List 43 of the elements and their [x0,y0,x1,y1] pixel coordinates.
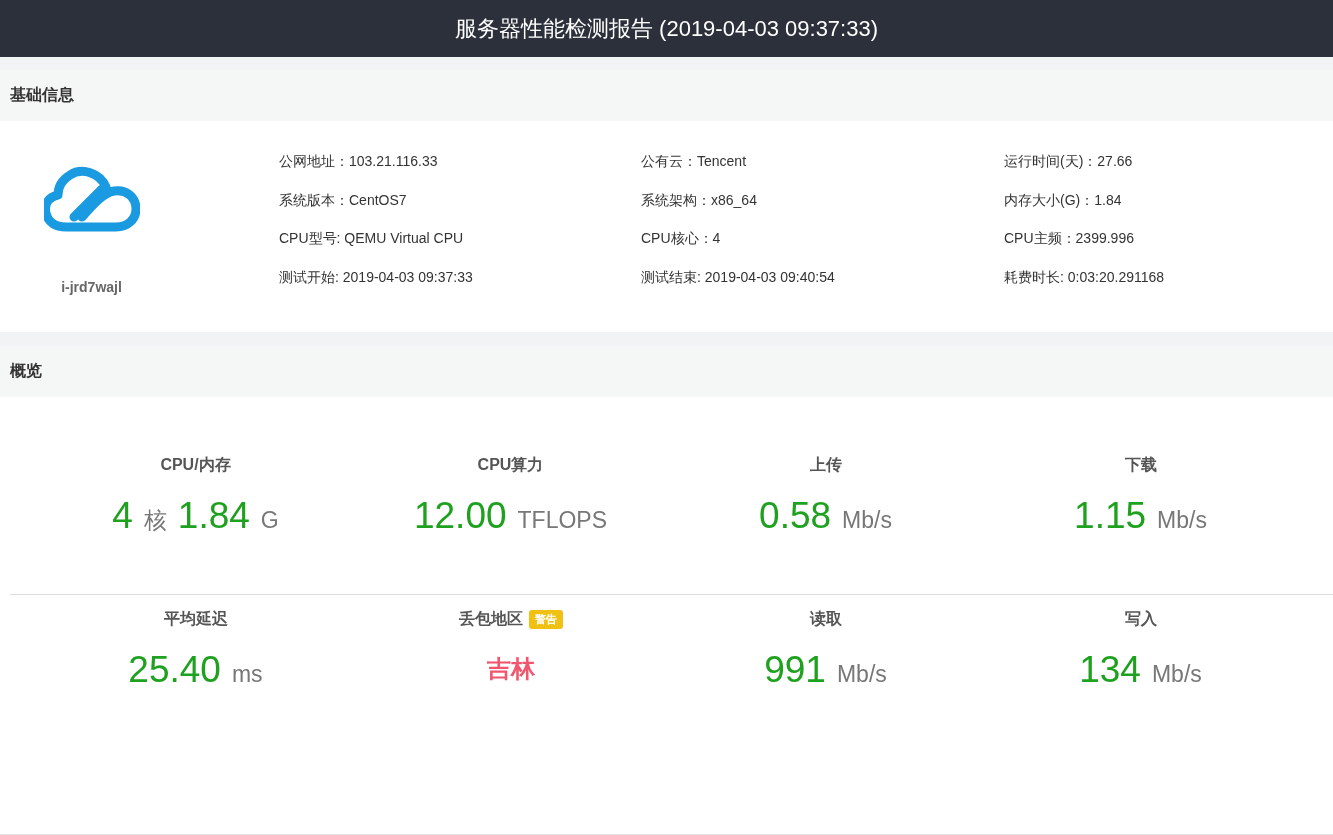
metric-label: CPU算力 [477,454,544,475]
report-title: 服务器性能检测报告 (2019-04-03 09:37:33) [454,14,879,43]
metric-unit: Mb/s [836,661,887,688]
metric-value: 25.40 [128,649,221,691]
info-field: 运行时间(天)：27.66 [1004,153,1324,192]
info-field: 系统架构：x86_64 [641,191,1004,230]
metric-unit: Mb/s [842,507,892,534]
metric-label: 丢包地区 [458,608,523,629]
metric-value: 0.58 [759,495,832,537]
info-field: CPU主频：2399.996 [1004,230,1324,269]
metric-label: 平均延迟 [163,608,228,629]
cloud-icon [43,165,140,233]
instance-id: i-jrd7wajl [61,279,122,295]
metric-label: 下载 [1124,454,1157,475]
alert-region: 吉林 [486,654,535,684]
metric-label: 写入 [1124,608,1157,629]
metric-label: CPU/内存 [160,454,231,475]
warning-badge: 警告 [528,609,563,629]
section-title: 基础信息 [10,85,74,105]
info-field: 测试开始: 2019-04-03 09:37:33 [279,268,641,307]
info-field: CPU核心：4 [641,230,1004,269]
metric-unit: G [260,507,279,534]
metric-unit: Mb/s [1151,661,1202,688]
metric-unit: Mb/s [1157,507,1207,534]
section-title: 概览 [10,361,42,381]
info-field: CPU型号: QEMU Virtual CPU [279,230,641,269]
metric-label: 上传 [809,454,842,475]
metric-unit: 核 [143,506,167,535]
metric-value: 134 [1079,649,1141,691]
metric-value: 4 [112,495,133,537]
metric-value: 991 [764,649,826,691]
info-field: 系统版本：CentOS7 [279,191,641,230]
info-field: 耗费时长: 0:03:20.291168 [1004,268,1324,307]
metric-value: 12.00 [413,495,507,537]
metric-value: 1.84 [177,495,250,537]
metric-unit: ms [231,661,263,688]
info-field: 公网地址：103.21.116.33 [279,153,641,192]
metric-unit: TFLOPS [517,507,608,534]
info-field: 测试结束: 2019-04-03 09:40:54 [641,268,1004,307]
metric-value: 1.15 [1074,495,1147,537]
info-field: 内存大小(G)：1.84 [1004,191,1324,230]
info-field: 公有云：Tencent [641,153,1004,192]
metric-label: 读取 [809,608,842,629]
